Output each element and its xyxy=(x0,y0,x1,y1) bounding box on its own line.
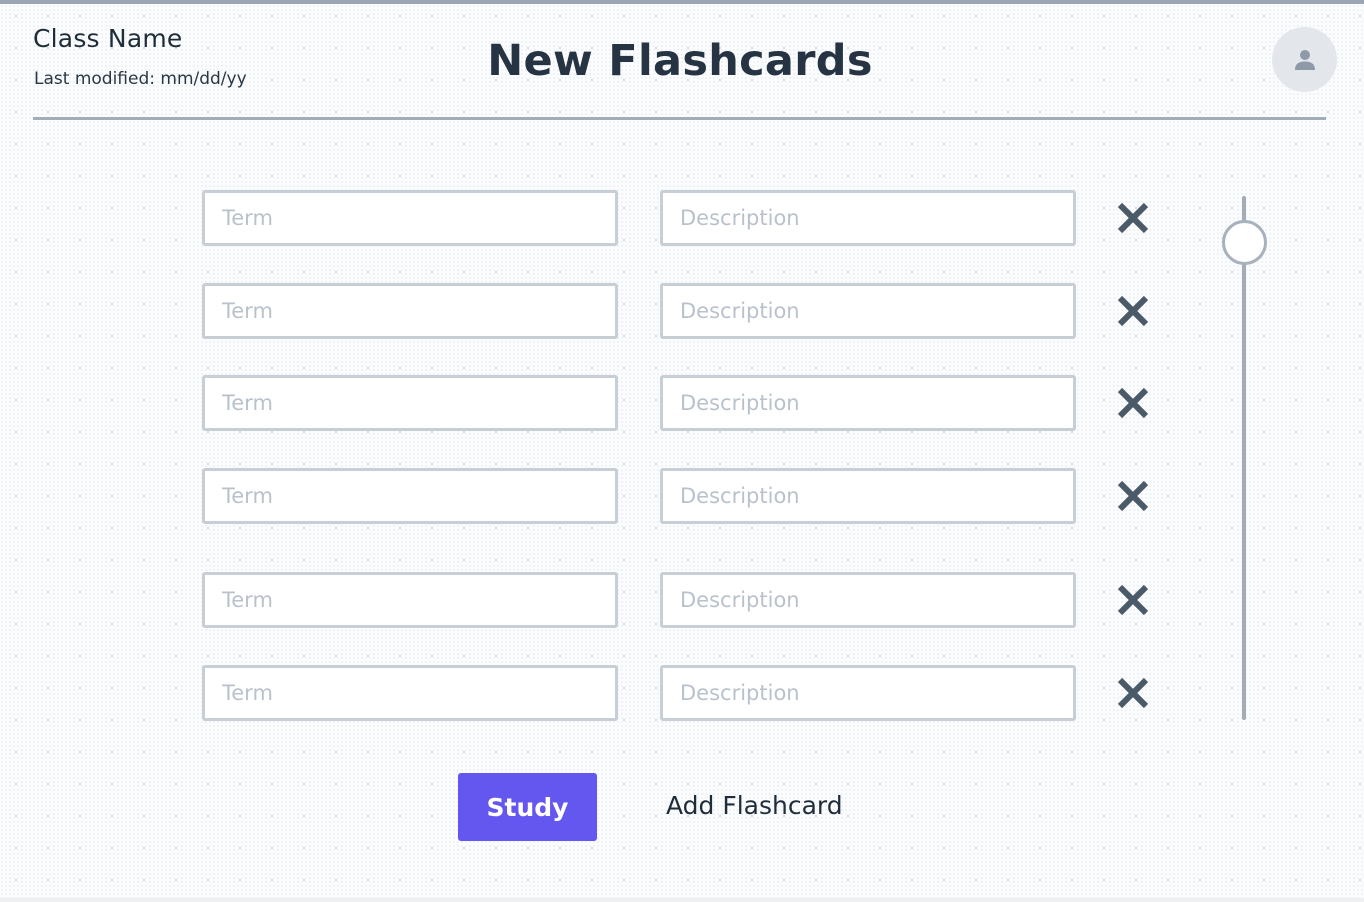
close-icon xyxy=(1117,584,1149,616)
term-input[interactable] xyxy=(202,375,618,431)
close-icon xyxy=(1117,202,1149,234)
description-input[interactable] xyxy=(660,283,1076,339)
page-title: New Flashcards xyxy=(487,36,873,86)
term-input[interactable] xyxy=(202,190,618,246)
description-input[interactable] xyxy=(660,468,1076,524)
flashcard-row xyxy=(0,190,1200,246)
term-input[interactable] xyxy=(202,283,618,339)
remove-flashcard-button[interactable] xyxy=(1114,477,1152,515)
user-icon xyxy=(1294,49,1315,70)
description-input[interactable] xyxy=(660,665,1076,721)
flashcard-row xyxy=(0,283,1200,339)
description-input[interactable] xyxy=(660,190,1076,246)
flashcard-row xyxy=(0,572,1200,628)
flashcard-row xyxy=(0,468,1200,524)
term-input[interactable] xyxy=(202,572,618,628)
remove-flashcard-button[interactable] xyxy=(1114,581,1152,619)
remove-flashcard-button[interactable] xyxy=(1114,674,1152,712)
add-flashcard-button[interactable]: Add Flashcard xyxy=(666,791,843,820)
profile-avatar[interactable] xyxy=(1272,27,1337,92)
study-button[interactable]: Study xyxy=(458,773,597,841)
top-border xyxy=(0,0,1364,4)
header-divider xyxy=(33,117,1326,120)
bottom-border xyxy=(0,898,1364,902)
close-icon xyxy=(1117,480,1149,512)
close-icon xyxy=(1117,677,1149,709)
description-input[interactable] xyxy=(660,572,1076,628)
scrollbar-track[interactable] xyxy=(1242,196,1246,720)
flashcard-row xyxy=(0,665,1200,721)
term-input[interactable] xyxy=(202,468,618,524)
term-input[interactable] xyxy=(202,665,618,721)
remove-flashcard-button[interactable] xyxy=(1114,199,1152,237)
close-icon xyxy=(1117,387,1149,419)
remove-flashcard-button[interactable] xyxy=(1114,292,1152,330)
remove-flashcard-button[interactable] xyxy=(1114,384,1152,422)
flashcard-row xyxy=(0,375,1200,431)
description-input[interactable] xyxy=(660,375,1076,431)
close-icon xyxy=(1117,295,1149,327)
scrollbar-thumb[interactable] xyxy=(1222,220,1267,265)
